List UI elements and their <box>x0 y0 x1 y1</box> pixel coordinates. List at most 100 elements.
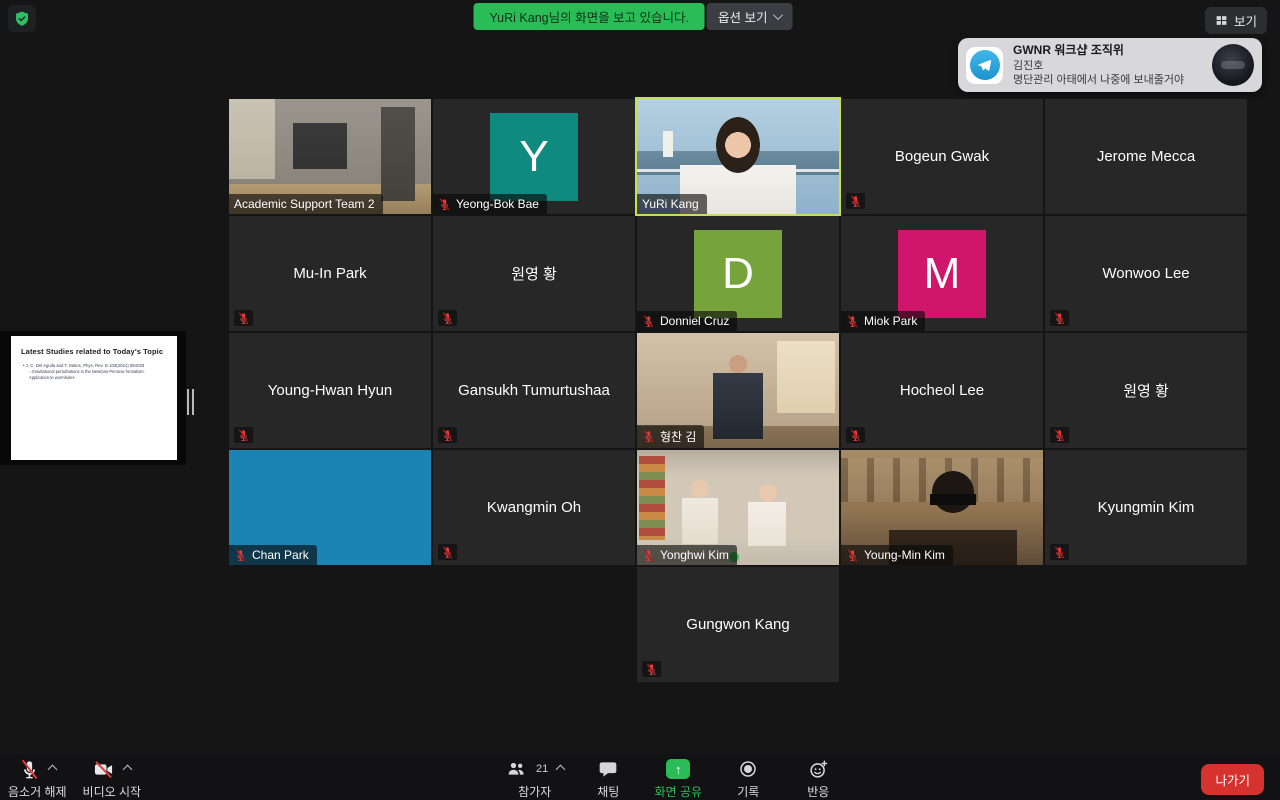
participant-name: Kyungmin Kim <box>1045 450 1247 565</box>
record-button[interactable]: 기록 <box>722 756 774 800</box>
participant-name: Yonghwi Kim <box>660 548 729 562</box>
notification-avatar <box>1212 44 1254 86</box>
muted-mic-icon <box>1050 544 1069 560</box>
video-options-chevron[interactable] <box>123 764 133 774</box>
name-label: YuRi Kang <box>637 194 707 214</box>
name-label: Yonghwi Kim <box>637 545 737 565</box>
participant-name: Young-Hwan Hyun <box>229 333 431 448</box>
participant-tile[interactable]: YYeong-Bok Bae <box>433 99 635 214</box>
start-video-button[interactable]: 비디오 시작 <box>83 756 142 800</box>
reactions-button[interactable]: 반응 <box>792 756 844 800</box>
participant-name: Gansukh Tumurtushaa <box>433 333 635 448</box>
grid-view-icon <box>1215 14 1228 27</box>
participant-tile[interactable]: Academic Support Team 2 <box>229 99 431 214</box>
participant-name: YuRi Kang <box>642 197 699 211</box>
participant-tile[interactable]: 원영 황 <box>1045 333 1247 448</box>
muted-mic-icon <box>846 427 865 443</box>
view-button-label: 보기 <box>1234 11 1257 30</box>
muted-mic-icon <box>846 315 859 328</box>
participants-button[interactable]: 21 참가자 <box>505 756 564 800</box>
participants-label: 참가자 <box>518 783 551 800</box>
participant-tile[interactable]: Young-Min Kim <box>841 450 1043 565</box>
record-icon <box>738 759 758 779</box>
name-label: Miok Park <box>841 311 925 331</box>
chat-button[interactable]: 채팅 <box>582 756 634 800</box>
participant-name: Young-Min Kim <box>864 548 945 562</box>
participant-name: Donniel Cruz <box>660 314 729 328</box>
participant-tile[interactable]: Young-Hwan Hyun <box>229 333 431 448</box>
participant-tile[interactable]: Gungwon Kang <box>637 567 839 682</box>
screen-share-banner: YuRi Kang님의 화면을 보고 있습니다. 옵션 보기 <box>474 3 793 30</box>
avatar: Y <box>490 113 578 201</box>
participant-name: Yeong-Bok Bae <box>456 197 539 211</box>
share-screen-button[interactable]: ↑ 화면 공유 <box>652 756 704 800</box>
notification-sender: 김진호 <box>1013 59 1184 73</box>
participant-tile[interactable]: Gansukh Tumurtushaa <box>433 333 635 448</box>
participant-tile[interactable]: 형찬 김 <box>637 333 839 448</box>
participant-tile[interactable]: Bogeun Gwak <box>841 99 1043 214</box>
participant-tile[interactable]: Yonghwi Kim <box>637 450 839 565</box>
participant-name: 형찬 김 <box>660 428 696 445</box>
preview-resize-handle[interactable] <box>187 389 194 415</box>
muted-mic-icon <box>846 549 859 562</box>
participant-tile[interactable]: Chan Park <box>229 450 431 565</box>
participants-chevron[interactable] <box>556 764 566 774</box>
participant-name: Academic Support Team 2 <box>234 197 375 211</box>
chat-label: 채팅 <box>597 783 619 800</box>
muted-mic-icon <box>642 661 661 677</box>
telegram-icon <box>966 47 1003 84</box>
participant-tile[interactable]: Hocheol Lee <box>841 333 1043 448</box>
screen-share-preview[interactable]: Latest Studies related to Today's Topic … <box>0 331 186 465</box>
participant-tile[interactable]: YuRi Kang <box>637 99 839 214</box>
participant-tile[interactable]: 원영 황 <box>433 216 635 331</box>
shield-check-icon <box>13 10 31 28</box>
muted-mic-icon <box>234 427 253 443</box>
participant-tile[interactable]: MMiok Park <box>841 216 1043 331</box>
participant-count: 21 <box>536 763 548 775</box>
muted-mic-icon <box>1050 427 1069 443</box>
record-label: 기록 <box>737 783 759 800</box>
view-options-button[interactable]: 옵션 보기 <box>707 3 792 30</box>
participant-tile[interactable]: Jerome Mecca <box>1045 99 1247 214</box>
audio-options-chevron[interactable] <box>47 764 57 774</box>
participant-tile[interactable]: Wonwoo Lee <box>1045 216 1247 331</box>
mic-muted-icon <box>19 759 40 780</box>
participant-tile[interactable]: DDonniel Cruz <box>637 216 839 331</box>
leave-button[interactable]: 나가기 <box>1201 764 1264 795</box>
chevron-down-icon <box>773 10 783 20</box>
muted-mic-icon <box>642 549 655 562</box>
reactions-label: 반응 <box>807 783 829 800</box>
name-label: Academic Support Team 2 <box>229 194 383 214</box>
name-label: 형찬 김 <box>637 425 704 448</box>
muted-mic-icon <box>234 310 253 326</box>
participant-name: Wonwoo Lee <box>1045 216 1247 331</box>
participants-icon <box>505 759 527 779</box>
meeting-toolbar: 음소거 해제 비디오 시작 21 <box>0 754 1280 800</box>
muted-mic-icon <box>438 544 457 560</box>
participant-name: Miok Park <box>864 314 917 328</box>
camera-off-icon <box>92 759 115 780</box>
participant-tile[interactable]: Mu-In Park <box>229 216 431 331</box>
participant-name: Jerome Mecca <box>1045 99 1247 214</box>
participant-tile[interactable]: Kwangmin Oh <box>433 450 635 565</box>
security-shield-button[interactable] <box>8 5 36 32</box>
slide-sub-bullet: ◦ Gravitational perturbations in the New… <box>29 369 163 380</box>
notification-text: GWNR 워크샵 조직위 김진호 명단관리 아태에서 나중에 보내줄거야 <box>1013 43 1184 87</box>
share-screen-icon: ↑ <box>666 759 690 779</box>
muted-mic-icon <box>642 430 655 443</box>
muted-mic-icon <box>234 549 247 562</box>
muted-mic-icon <box>438 198 451 211</box>
participant-name: Kwangmin Oh <box>433 450 635 565</box>
participant-name: Gungwon Kang <box>637 567 839 682</box>
start-video-label: 비디오 시작 <box>83 783 142 800</box>
participant-tile[interactable]: Kyungmin Kim <box>1045 450 1247 565</box>
share-screen-label: 화면 공유 <box>655 783 703 800</box>
notification-title: GWNR 워크샵 조직위 <box>1013 43 1184 59</box>
telegram-notification-toast[interactable]: GWNR 워크샵 조직위 김진호 명단관리 아태에서 나중에 보내줄거야 <box>958 38 1262 92</box>
view-layout-button[interactable]: 보기 <box>1205 7 1267 34</box>
muted-mic-icon <box>438 310 457 326</box>
zoom-meeting-window: YuRi Kang님의 화면을 보고 있습니다. 옵션 보기 보기 GWNR 워… <box>0 0 1280 800</box>
view-options-label: 옵션 보기 <box>718 7 767 26</box>
participant-grid: Academic Support Team 2 YYeong-Bok Bae YuR… <box>229 99 1247 684</box>
unmute-button[interactable]: 음소거 해제 <box>8 756 67 800</box>
